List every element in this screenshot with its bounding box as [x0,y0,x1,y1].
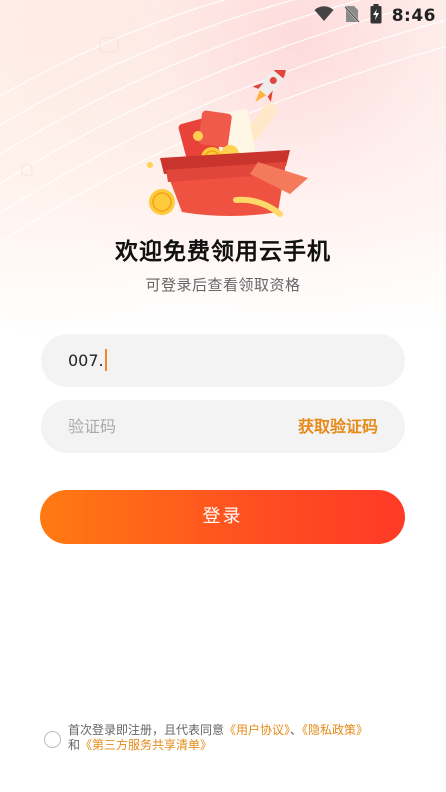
user-agreement-link[interactable]: 《用户协议》 [224,723,290,737]
page-title: 欢迎免费领用云手机 [115,239,331,265]
phone-input-value: 007. [68,351,104,370]
page-subtitle: 可登录后查看领取资格 [145,276,301,294]
status-time: 8:46 [391,6,436,26]
no-sim-icon [343,5,360,27]
get-code-button[interactable]: 获取验证码 [298,400,378,453]
gift-box-illustration [140,65,310,220]
agreement-text: 首次登录即注册，且代表同意《用户协议》、《隐私政策》和《第三方服务共享清单》 [68,723,378,753]
third-party-list-link[interactable]: 《第三方服务共享清单》 [80,738,212,752]
privacy-policy-link[interactable]: 《隐私政策》 [302,723,368,737]
agreement-and: 和 [68,738,81,752]
agreement-prefix: 首次登录即注册，且代表同意 [68,723,225,737]
agree-checkbox[interactable] [44,731,61,748]
status-bar: 8:46 [0,0,446,32]
verification-code-placeholder: 验证码 [68,417,117,436]
text-caret [104,348,107,371]
phone-input[interactable]: 007. [41,334,405,387]
login-button[interactable]: 登录 [40,490,405,544]
verification-code-input[interactable]: 验证码 获取验证码 [41,400,405,453]
wifi-icon [314,6,334,26]
battery-charging-icon [370,4,382,28]
agreement-separator: 、 [290,723,303,737]
